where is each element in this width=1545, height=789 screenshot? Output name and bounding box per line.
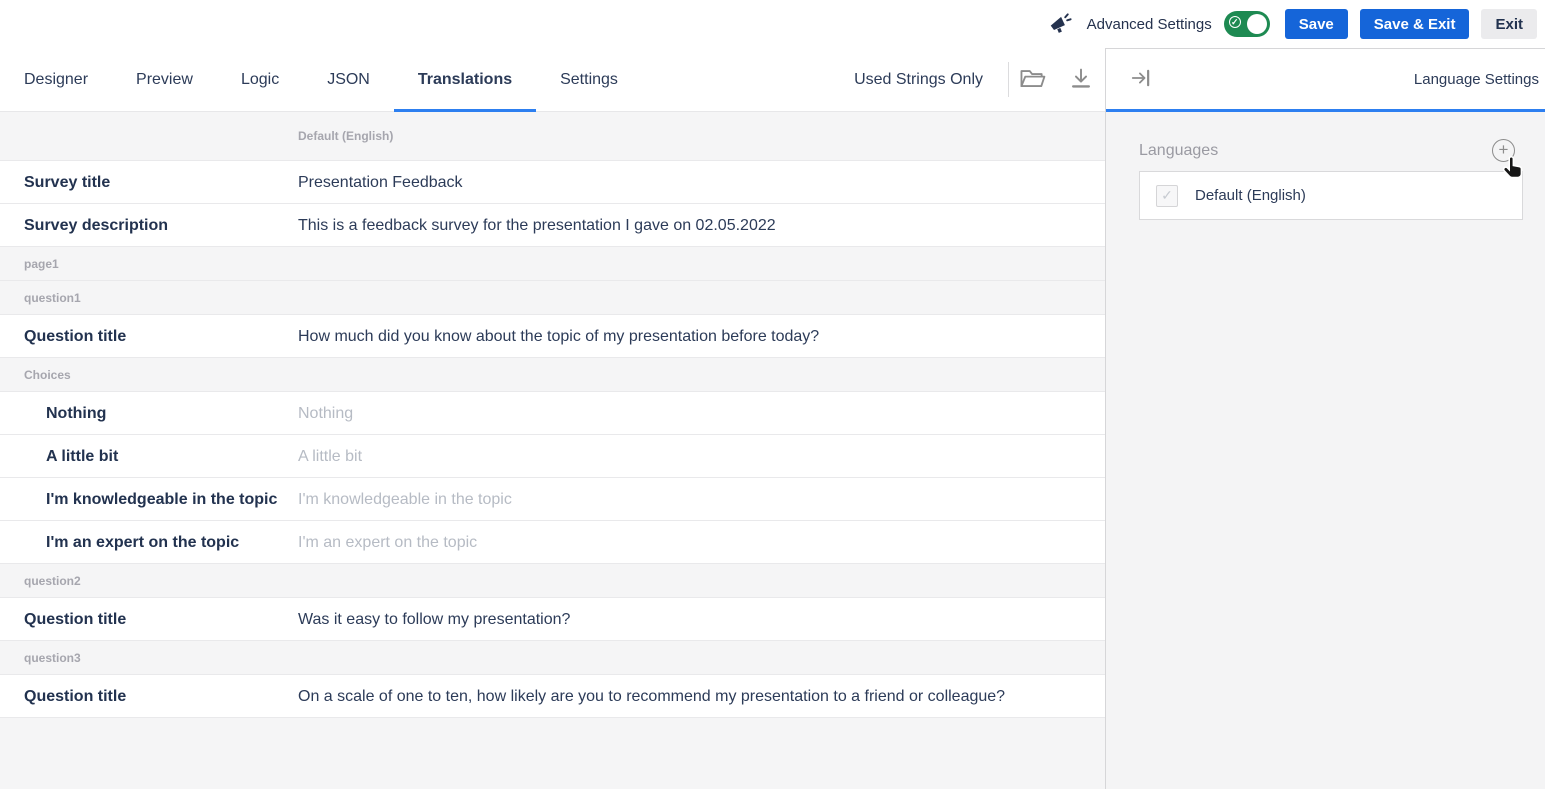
string-value-editor[interactable]: A little bit [298, 435, 1105, 477]
save-and-exit-button[interactable]: Save & Exit [1360, 9, 1470, 39]
panel-content: Languages + ✓ Default (English) [1106, 112, 1545, 220]
language-settings-panel: Language Settings Languages + ✓ Default … [1106, 48, 1545, 789]
string-label: I'm an expert on the topic [0, 521, 298, 563]
section-label: question3 [24, 651, 81, 665]
download-icon [1069, 66, 1093, 93]
table-row: Question title Was it easy to follow my … [0, 598, 1105, 641]
translations-pane: Designer Preview Logic JSON Translations… [0, 48, 1106, 789]
section-row: question1 [0, 281, 1105, 315]
export-button[interactable] [1057, 48, 1105, 111]
tab-logic[interactable]: Logic [217, 48, 303, 111]
tab-settings[interactable]: Settings [536, 48, 642, 111]
import-button[interactable] [1009, 48, 1057, 111]
panel-header: Language Settings [1106, 48, 1545, 112]
string-value-editor[interactable]: Presentation Feedback [298, 161, 1105, 203]
string-value-editor[interactable]: Nothing [298, 392, 1105, 434]
tab-bar: Designer Preview Logic JSON Translations… [0, 48, 1105, 112]
locale-column-header: Default (English) [298, 129, 393, 143]
string-label: Survey title [0, 161, 298, 203]
section-row: page1 [0, 247, 1105, 281]
section-row: Choices [0, 358, 1105, 392]
string-label: Question title [0, 315, 298, 357]
string-label: Survey description [0, 204, 298, 246]
advanced-settings-toggle[interactable]: ✓ [1224, 11, 1270, 37]
languages-label: Languages [1139, 142, 1218, 160]
collapse-panel-icon [1130, 67, 1152, 92]
string-value-editor[interactable]: How much did you know about the topic of… [298, 315, 1105, 357]
string-value-editor[interactable]: On a scale of one to ten, how likely are… [298, 675, 1105, 717]
string-label: Question title [0, 675, 298, 717]
toggle-knob [1247, 14, 1267, 34]
section-label: question2 [24, 574, 81, 588]
languages-header-row: Languages + [1139, 139, 1523, 162]
open-folder-icon [1018, 66, 1048, 93]
string-label: Nothing [0, 392, 298, 434]
used-strings-only-button[interactable]: Used Strings Only [854, 48, 1008, 111]
table-empty-area [0, 718, 1105, 789]
table-header-row: Default (English) [0, 112, 1105, 161]
string-value-editor[interactable]: I'm an expert on the topic [298, 521, 1105, 563]
add-language-button[interactable]: + [1492, 139, 1515, 162]
table-row: Survey description This is a feedback su… [0, 204, 1105, 247]
plus-icon: + [1499, 141, 1509, 158]
tab-json[interactable]: JSON [303, 48, 394, 111]
check-icon: ✓ [1161, 187, 1173, 204]
string-value-editor[interactable]: Was it easy to follow my presentation? [298, 598, 1105, 640]
string-label: I'm knowledgeable in the topic [0, 478, 298, 520]
table-row: Question title On a scale of one to ten,… [0, 675, 1105, 718]
main-area: Designer Preview Logic JSON Translations… [0, 48, 1545, 789]
section-label: page1 [24, 257, 59, 271]
table-row: A little bit A little bit [0, 435, 1105, 478]
exit-button[interactable]: Exit [1481, 9, 1537, 39]
string-label: A little bit [0, 435, 298, 477]
tab-preview[interactable]: Preview [112, 48, 217, 111]
translation-table: Default (English) Survey title Presentat… [0, 112, 1105, 789]
section-label: question1 [24, 291, 81, 305]
collapse-panel-button[interactable] [1127, 67, 1155, 92]
string-value-editor[interactable]: I'm knowledgeable in the topic [298, 478, 1105, 520]
tab-translations[interactable]: Translations [394, 48, 536, 111]
language-list: ✓ Default (English) [1139, 171, 1523, 220]
section-row: question3 [0, 641, 1105, 675]
panel-title: Language Settings [1414, 71, 1539, 88]
table-row: Survey title Presentation Feedback [0, 161, 1105, 204]
table-row: Question title How much did you know abo… [0, 315, 1105, 358]
language-item-label: Default (English) [1195, 187, 1306, 204]
top-toolbar: Advanced Settings ✓ Save Save & Exit Exi… [0, 0, 1545, 48]
megaphone-icon [1047, 11, 1073, 37]
string-label: Question title [0, 598, 298, 640]
table-row: I'm knowledgeable in the topic I'm knowl… [0, 478, 1105, 521]
table-row: Nothing Nothing [0, 392, 1105, 435]
string-value-editor[interactable]: This is a feedback survey for the presen… [298, 204, 1105, 246]
toggle-check-icon: ✓ [1229, 16, 1241, 28]
tab-designer[interactable]: Designer [0, 48, 112, 111]
advanced-settings-label: Advanced Settings [1087, 16, 1212, 33]
table-row: I'm an expert on the topic I'm an expert… [0, 521, 1105, 564]
survey-creator-window: Advanced Settings ✓ Save Save & Exit Exi… [0, 0, 1545, 789]
section-row: question2 [0, 564, 1105, 598]
save-button[interactable]: Save [1285, 9, 1348, 39]
language-checkbox[interactable]: ✓ [1156, 185, 1178, 207]
section-label: Choices [24, 368, 71, 382]
